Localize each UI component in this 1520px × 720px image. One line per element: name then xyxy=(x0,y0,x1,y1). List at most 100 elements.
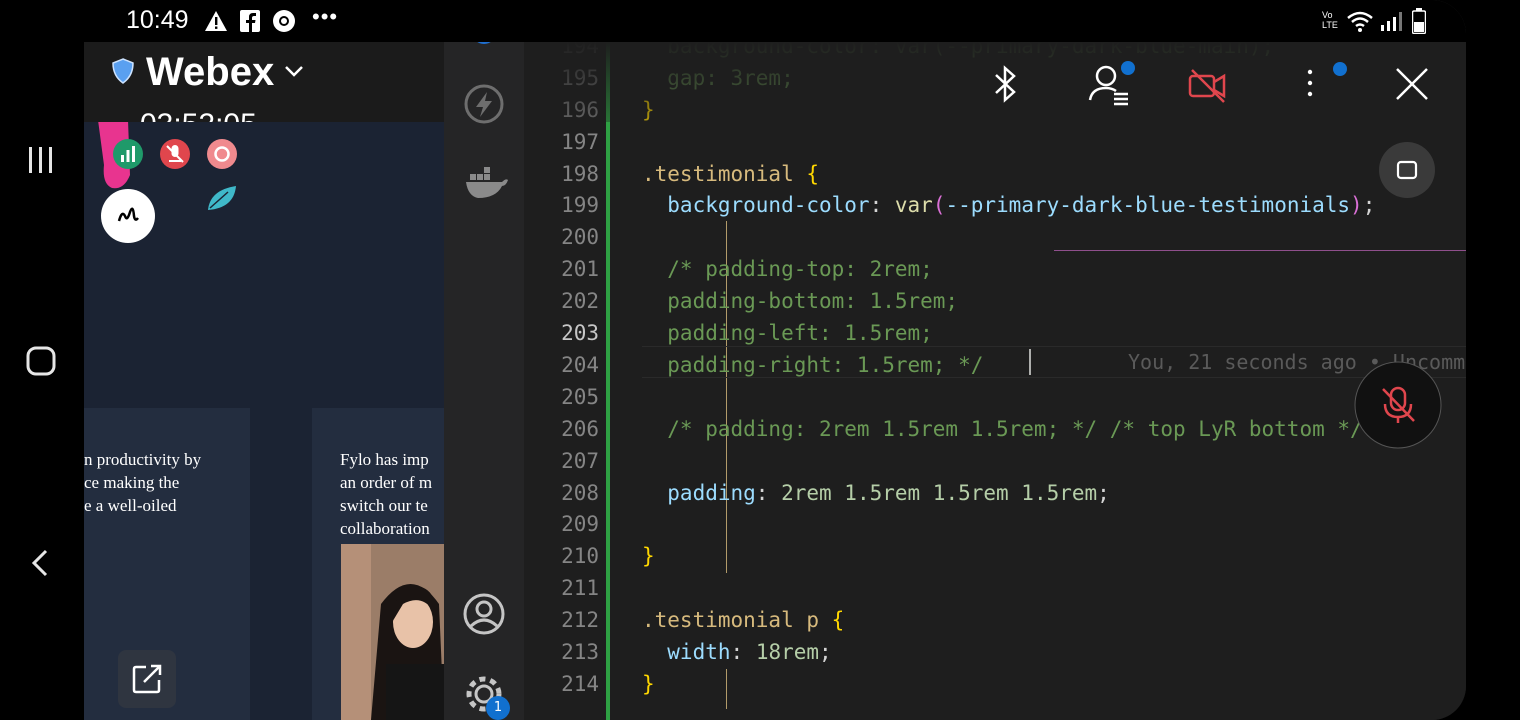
close-icon[interactable] xyxy=(1394,66,1430,102)
code-line: background-color: var(--primary-dark-blu… xyxy=(642,193,1375,217)
code-token: --primary-dark-blue-testimonials xyxy=(945,193,1351,218)
code-token: padding xyxy=(642,480,756,505)
code-token: padding-right: 1.5rem; */ xyxy=(642,352,984,377)
docker-icon[interactable] xyxy=(464,164,508,208)
line-number: 197 xyxy=(561,129,599,154)
code-token: 2rem 1.5rem 1.5rem 1.5rem xyxy=(781,480,1098,505)
testimonial-card: Fylo has imp an order of m switch our te… xyxy=(312,408,444,720)
code-line: /* padding: 2rem 1.5rem 1.5rem; */ /* to… xyxy=(642,416,1363,441)
card-text-line: switch our te xyxy=(340,496,428,515)
code-token: /* padding-top: 2rem; xyxy=(642,257,933,282)
volte-icon: Vo LTE xyxy=(1322,10,1338,30)
code-token: ; xyxy=(819,640,832,664)
text-cursor xyxy=(1029,349,1031,375)
code-line: .testimonial p { xyxy=(642,608,844,632)
phone-screen: n productivity by ce making the e a well… xyxy=(84,0,1466,720)
code-token: background-color xyxy=(642,193,870,218)
stats-icon[interactable] xyxy=(112,138,144,170)
line-number: 213 xyxy=(561,640,599,664)
leaf-icon xyxy=(206,184,238,212)
home-icon[interactable] xyxy=(26,346,56,376)
card-text-line: collaboration xyxy=(340,519,430,538)
video-off-icon[interactable] xyxy=(1186,64,1230,104)
call-timer-clip: 03:52:05 xyxy=(140,104,360,123)
line-number: 201 xyxy=(561,257,599,282)
code-token: var xyxy=(894,193,933,218)
signal-icon xyxy=(1380,11,1402,31)
testimonial-photo xyxy=(341,544,444,720)
code-token: : xyxy=(869,193,895,218)
android-nav-bar xyxy=(0,0,84,720)
account-icon[interactable] xyxy=(462,592,506,636)
record-icon[interactable] xyxy=(206,138,238,170)
chrome-icon xyxy=(272,9,296,33)
line-number: 203 xyxy=(561,321,599,345)
code-token: .testimonial xyxy=(642,161,807,186)
mic-muted-icon[interactable] xyxy=(159,138,191,170)
code-token: .testimonial p xyxy=(642,608,832,633)
participants-icon[interactable] xyxy=(1086,60,1136,106)
wifi-icon xyxy=(1346,10,1374,32)
lightning-icon[interactable] xyxy=(462,82,506,126)
chevron-down-icon[interactable] xyxy=(284,64,304,78)
card-text-line: e a well-oiled xyxy=(84,496,177,515)
line-number: 204 xyxy=(561,352,599,377)
webex-title[interactable]: Webex xyxy=(146,50,274,95)
line-number: 198 xyxy=(561,161,599,186)
code-token: : xyxy=(755,480,782,505)
call-timer: 03:52:05 xyxy=(140,110,360,123)
recents-icon[interactable] xyxy=(28,146,54,174)
more-notifications: ••• xyxy=(312,4,339,29)
code-token: padding-left: 1.5rem; xyxy=(642,321,933,345)
line-number: 207 xyxy=(561,448,599,473)
share-icon[interactable] xyxy=(118,650,176,708)
code-line: .testimonial { xyxy=(642,162,819,186)
code-token: ; xyxy=(1097,480,1110,505)
code-token: /* padding: 2rem 1.5rem 1.5rem; */ /* to… xyxy=(642,416,1363,441)
settings-icon[interactable]: 1 xyxy=(462,672,510,720)
battery-icon xyxy=(1412,8,1426,34)
more-vertical-icon[interactable] xyxy=(1298,62,1348,102)
code-token: ; xyxy=(1362,193,1376,218)
line-number: 200 xyxy=(561,225,599,250)
card-text-line: n productivity by xyxy=(84,450,202,469)
line-number: 210 xyxy=(561,544,599,569)
code-line: } xyxy=(642,544,655,568)
status-bar: 10:49 ••• Vo LTE xyxy=(84,0,1466,42)
settings-badge: 1 xyxy=(486,696,510,720)
status-time: 10:49 xyxy=(126,6,189,34)
code-line: padding-left: 1.5rem; xyxy=(642,321,933,345)
line-number: 214 xyxy=(561,671,599,696)
line-number: 199 xyxy=(561,193,599,218)
shield-icon xyxy=(112,58,134,84)
card-text-line: Fylo has imp xyxy=(340,450,429,469)
code-line: padding-bottom: 1.5rem; xyxy=(642,289,958,313)
mute-button[interactable] xyxy=(1354,361,1442,449)
code-line: width: 18rem; xyxy=(642,640,832,664)
code-token: : xyxy=(730,640,756,664)
code-line: /* padding-top: 2rem; xyxy=(642,257,933,281)
line-number: 212 xyxy=(561,608,599,633)
code-token: { xyxy=(831,608,845,633)
minimize-button[interactable] xyxy=(1378,141,1436,199)
code-token: 18rem xyxy=(755,640,820,664)
back-icon[interactable] xyxy=(30,548,50,578)
code-token: } xyxy=(642,671,655,696)
code-token: padding-bottom: 1.5rem; xyxy=(642,289,959,314)
bracket-pair-underline xyxy=(1054,250,1466,251)
line-number: 211 xyxy=(561,576,599,601)
annotate-icon[interactable] xyxy=(100,188,156,244)
facebook-icon xyxy=(240,10,260,32)
alert-icon xyxy=(204,10,228,32)
line-number: 208 xyxy=(561,480,599,505)
code-line: } xyxy=(642,672,655,696)
bracket-guide xyxy=(726,669,727,709)
bluetooth-icon[interactable] xyxy=(990,64,1020,104)
code-token: ( xyxy=(932,193,946,218)
line-number: 209 xyxy=(561,512,599,537)
card-text-line: ce making the xyxy=(84,473,180,492)
code-token: { xyxy=(806,161,820,186)
code-line: padding-right: 1.5rem; */ xyxy=(642,353,983,377)
activity-bar: 1 xyxy=(444,0,524,720)
code-line: padding: 2rem 1.5rem 1.5rem 1.5rem; xyxy=(642,481,1110,505)
